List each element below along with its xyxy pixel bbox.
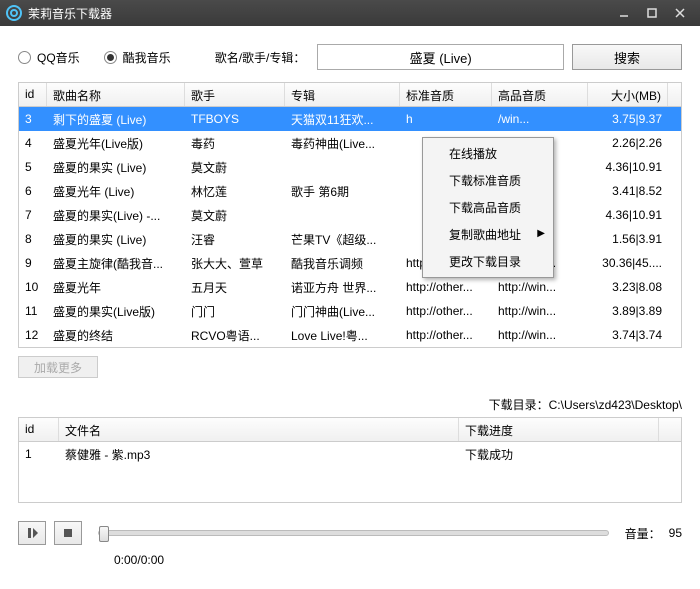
search-label: 歌名/歌手/专辑： (215, 49, 306, 66)
radio-kuwo[interactable]: 酷我音乐 (104, 49, 171, 66)
app-icon (6, 5, 22, 21)
time-display: 0:00/0:00 (114, 553, 682, 567)
titlebar: 茉莉音乐下载器 (0, 0, 700, 26)
minimize-button[interactable] (610, 3, 638, 23)
table-row[interactable]: 7盛夏的果实(Live) -...莫文蔚/win...4.36|10.91 (19, 203, 681, 227)
ctx-change-dir[interactable]: 更改下载目录 (425, 248, 551, 275)
window-title: 茉莉音乐下载器 (28, 5, 610, 22)
search-input[interactable] (317, 44, 564, 70)
load-more-button: 加载更多 (18, 356, 98, 378)
dl-col-progress[interactable]: 下载进度 (459, 418, 659, 441)
close-button[interactable] (666, 3, 694, 23)
table-row[interactable]: 9盛夏主旋律(酷我音...张大大、萱草酷我音乐调频http://other...… (19, 251, 681, 275)
search-bar: QQ音乐 酷我音乐 歌名/歌手/专辑： 搜索 (18, 44, 682, 70)
col-sq[interactable]: 标准音质 (400, 83, 492, 106)
maximize-button[interactable] (638, 3, 666, 23)
dl-table-header: id 文件名 下载进度 (19, 418, 681, 442)
dl-col-id[interactable]: id (19, 418, 59, 441)
table-row[interactable]: 11盛夏的果实(Live版)门门门门神曲(Live...http://other… (19, 299, 681, 323)
table-row[interactable]: 5盛夏的果实 (Live)莫文蔚/win...4.36|10.91 (19, 155, 681, 179)
col-id[interactable]: id (19, 83, 47, 106)
radio-kuwo-label: 酷我音乐 (123, 49, 171, 66)
col-size[interactable]: 大小(MB) (588, 83, 668, 106)
chevron-right-icon: ▶ (537, 228, 545, 239)
col-singer[interactable]: 歌手 (185, 83, 285, 106)
progress-slider[interactable] (98, 530, 609, 536)
table-row[interactable]: 4盛夏光年(Live版)毒药毒药神曲(Live.../win...2.26|2.… (19, 131, 681, 155)
ctx-download-hq[interactable]: 下载高品音质 (425, 194, 551, 221)
volume-label: 音量： (625, 525, 661, 542)
ctx-download-sq[interactable]: 下载标准音质 (425, 167, 551, 194)
ctx-play-online[interactable]: 在线播放 (425, 140, 551, 167)
downloads-table: id 文件名 下载进度 1蔡健雅 - 紫.mp3下载成功 (18, 417, 682, 503)
volume-value: 95 (669, 526, 682, 540)
col-name[interactable]: 歌曲名称 (47, 83, 185, 106)
stop-button[interactable] (54, 521, 82, 545)
download-path: 下载目录：C:\Users\zd423\Desktop\ (18, 396, 682, 413)
table-row[interactable]: 10盛夏光年五月天诺亚方舟 世界...http://other...http:/… (19, 275, 681, 299)
table-row[interactable]: 8盛夏的果实 (Live)汪睿芒果TV《超级.../win...1.56|3.9… (19, 227, 681, 251)
table-row[interactable]: 6盛夏光年 (Live)林忆莲歌手 第6期/win...3.41|8.52 (19, 179, 681, 203)
radio-qq[interactable]: QQ音乐 (18, 49, 80, 66)
col-hq[interactable]: 高品音质 (492, 83, 588, 106)
dl-row[interactable]: 1蔡健雅 - 紫.mp3下载成功 (19, 442, 681, 466)
results-table: id 歌曲名称 歌手 专辑 标准音质 高品音质 大小(MB) 3剩下的盛夏 (L… (18, 82, 682, 348)
player-controls: 音量： 95 (18, 521, 682, 545)
ctx-copy-url[interactable]: 复制歌曲地址▶ (425, 221, 551, 248)
context-menu: 在线播放 下载标准音质 下载高品音质 复制歌曲地址▶ 更改下载目录 (422, 137, 554, 278)
table-row[interactable]: 3剩下的盛夏 (Live)TFBOYS天猫双11狂欢...h/win...3.7… (19, 107, 681, 131)
radio-icon (104, 51, 117, 64)
radio-icon (18, 51, 31, 64)
col-album[interactable]: 专辑 (285, 83, 400, 106)
dl-col-name[interactable]: 文件名 (59, 418, 459, 441)
search-button[interactable]: 搜索 (572, 44, 682, 70)
slider-thumb[interactable] (99, 526, 109, 542)
table-row[interactable]: 12盛夏的终结RCVO粤语...Love Live!粤...http://oth… (19, 323, 681, 347)
radio-qq-label: QQ音乐 (37, 49, 80, 66)
table-header: id 歌曲名称 歌手 专辑 标准音质 高品音质 大小(MB) (19, 83, 681, 107)
play-pause-button[interactable] (18, 521, 46, 545)
